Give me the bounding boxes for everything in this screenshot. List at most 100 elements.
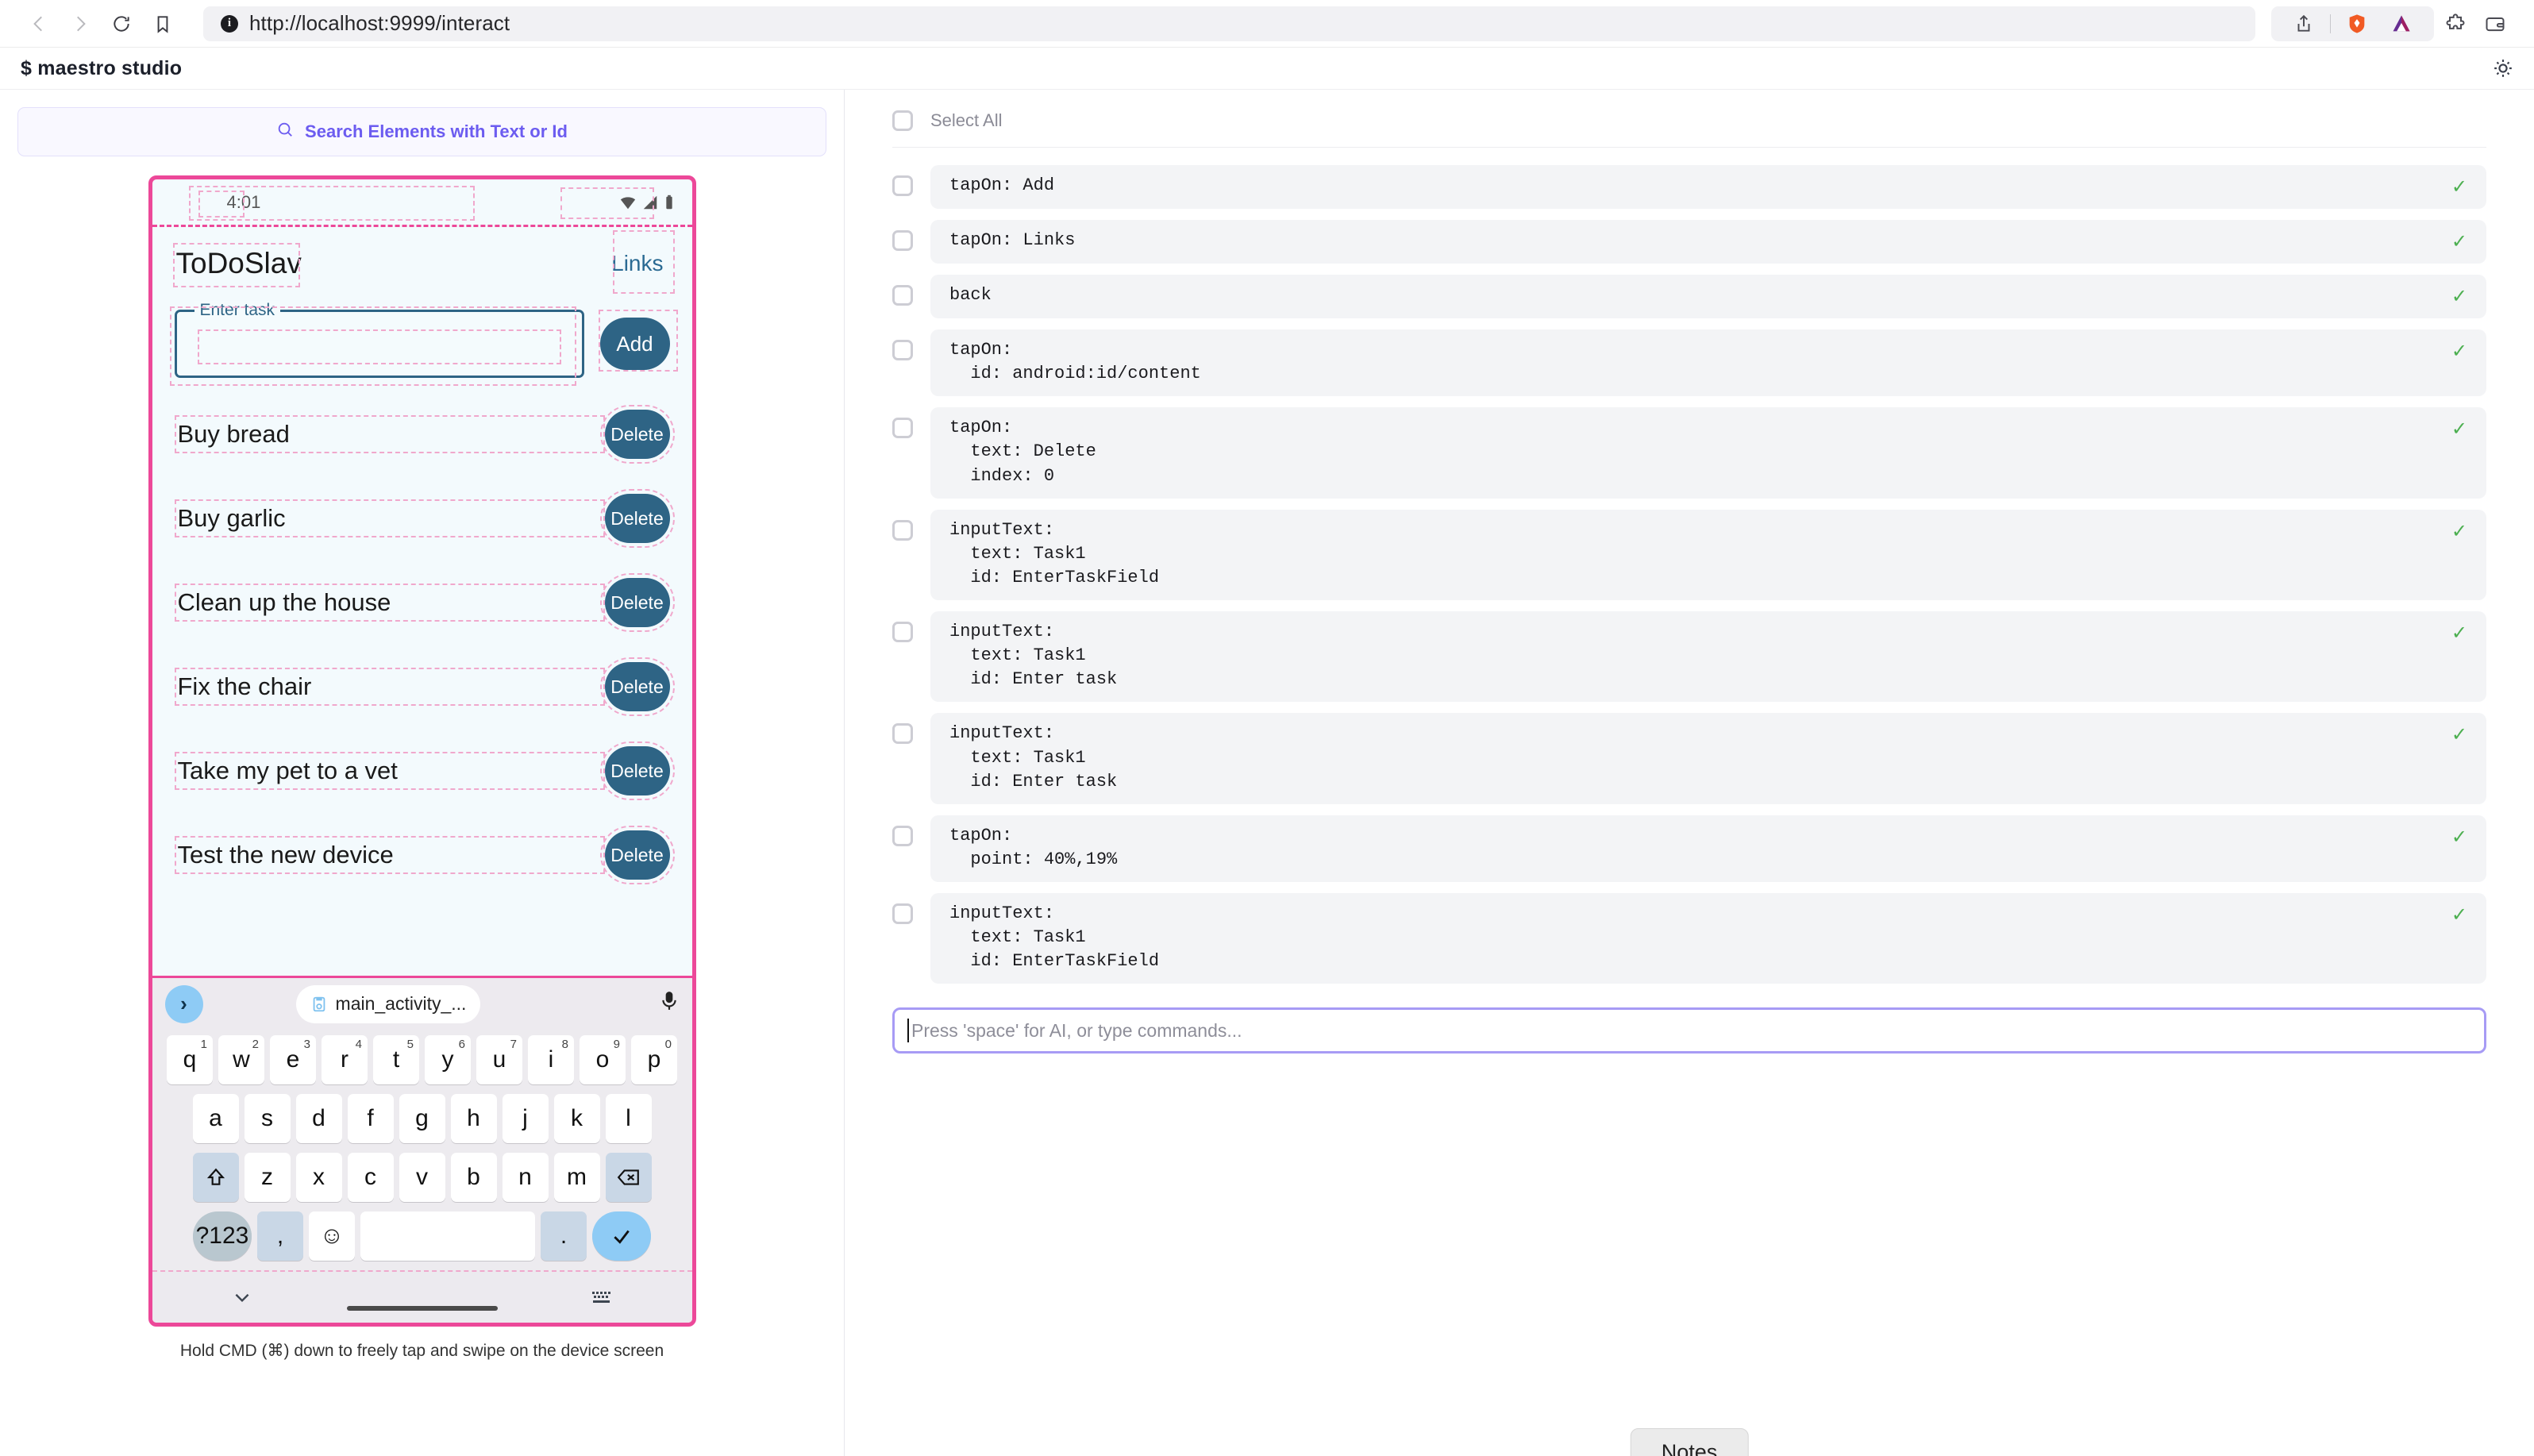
key-y[interactable]: y6 [425, 1035, 471, 1084]
command-body[interactable]: tapOn: id: android:id/content✓ [930, 329, 2486, 396]
enter-task-input-inset[interactable] [198, 329, 561, 364]
select-all-row[interactable]: Select All [892, 110, 2486, 148]
on-screen-keyboard[interactable]: q1w2e3r4t5y6u7i8o9p0 asdfghjkl zxcvbnm ?… [152, 1030, 692, 1270]
command-row[interactable]: back✓ [892, 275, 2486, 318]
key-o[interactable]: o9 [580, 1035, 626, 1084]
command-checkbox[interactable] [892, 230, 913, 251]
command-checkbox[interactable] [892, 175, 913, 196]
brave-lion-icon[interactable] [2339, 6, 2375, 41]
command-body[interactable]: tapOn: Links✓ [930, 220, 2486, 264]
space-key[interactable] [360, 1211, 535, 1261]
command-body[interactable]: tapOn: text: Delete index: 0✓ [930, 407, 2486, 498]
key-h[interactable]: h [451, 1094, 497, 1143]
command-checkbox[interactable] [892, 520, 913, 541]
key-m[interactable]: m [554, 1153, 600, 1202]
key-w[interactable]: w2 [218, 1035, 264, 1084]
command-body[interactable]: inputText: text: Task1 id: Enter task✓ [930, 611, 2486, 702]
key-t[interactable]: t5 [373, 1035, 419, 1084]
notes-button[interactable]: Notes [1631, 1428, 1749, 1456]
command-checkbox[interactable] [892, 723, 913, 744]
command-row[interactable]: tapOn: Links✓ [892, 220, 2486, 264]
key-p[interactable]: p0 [631, 1035, 677, 1084]
delete-button[interactable]: Delete [605, 662, 670, 711]
puzzle-piece-icon[interactable] [2437, 6, 2474, 41]
back-arrow-icon[interactable] [21, 6, 57, 42]
command-row[interactable]: tapOn: text: Delete index: 0✓ [892, 407, 2486, 498]
command-row[interactable]: inputText: text: Task1 id: EnterTaskFiel… [892, 510, 2486, 600]
command-row[interactable]: tapOn: point: 40%,19%✓ [892, 815, 2486, 882]
reload-icon[interactable] [103, 6, 140, 42]
bat-triangle-icon[interactable] [2383, 6, 2420, 41]
command-checkbox[interactable] [892, 903, 913, 924]
wallet-icon[interactable] [2477, 6, 2513, 41]
command-input[interactable]: Press 'space' for AI, or type commands..… [892, 1007, 2486, 1053]
key-i[interactable]: i8 [528, 1035, 574, 1084]
search-input[interactable]: Search Elements with Text or Id [17, 107, 826, 156]
delete-button[interactable]: Delete [605, 746, 670, 795]
command-checkbox[interactable] [892, 418, 913, 438]
delete-button[interactable]: Delete [605, 578, 670, 627]
key-s[interactable]: s [245, 1094, 291, 1143]
home-pill-icon[interactable] [332, 1284, 512, 1311]
key-l[interactable]: l [606, 1094, 652, 1143]
key-d[interactable]: d [296, 1094, 342, 1143]
period-key[interactable]: . [541, 1211, 587, 1261]
keyboard-icon[interactable] [512, 1288, 692, 1306]
key-f[interactable]: f [348, 1094, 394, 1143]
key-number-hint: 4 [356, 1038, 362, 1051]
forward-arrow-icon[interactable] [62, 6, 98, 42]
command-body[interactable]: inputText: text: Task1 id: EnterTaskFiel… [930, 893, 2486, 984]
symbols-key[interactable]: ?123 [193, 1211, 252, 1261]
key-a[interactable]: a [193, 1094, 239, 1143]
key-j[interactable]: j [503, 1094, 549, 1143]
key-x[interactable]: x [296, 1153, 342, 1202]
command-checkbox[interactable] [892, 622, 913, 642]
device-screen[interactable]: 4:01 ToDoSlav Links Enter task [148, 175, 696, 1327]
delete-button[interactable]: Delete [605, 410, 670, 459]
bookmark-icon[interactable] [144, 6, 181, 42]
comma-key[interactable]: , [257, 1211, 303, 1261]
key-u[interactable]: u7 [476, 1035, 522, 1084]
command-checkbox[interactable] [892, 826, 913, 846]
suggestion-chip[interactable]: main_activity_... [296, 985, 481, 1023]
command-body[interactable]: back✓ [930, 275, 2486, 318]
chevron-down-icon[interactable] [152, 1287, 333, 1308]
key-g[interactable]: g [399, 1094, 445, 1143]
chevron-right-icon[interactable]: › [165, 985, 203, 1023]
key-z[interactable]: z [245, 1153, 291, 1202]
key-k[interactable]: k [554, 1094, 600, 1143]
delete-button[interactable]: Delete [605, 830, 670, 880]
select-all-checkbox[interactable] [892, 110, 913, 131]
command-row[interactable]: tapOn: Add✓ [892, 165, 2486, 209]
backspace-icon[interactable] [606, 1153, 652, 1202]
command-body[interactable]: tapOn: point: 40%,19%✓ [930, 815, 2486, 882]
microphone-icon[interactable] [659, 991, 680, 1017]
url-bar[interactable]: i http://localhost:9999/interact [203, 6, 2255, 41]
key-v[interactable]: v [399, 1153, 445, 1202]
links-button[interactable]: Links [607, 245, 668, 283]
checkmark-icon[interactable] [592, 1211, 651, 1261]
site-info-icon[interactable]: i [221, 15, 238, 33]
command-row[interactable]: tapOn: id: android:id/content✓ [892, 329, 2486, 396]
sun-icon[interactable] [2493, 58, 2513, 79]
emoji-key[interactable]: ☺ [309, 1211, 355, 1261]
key-r[interactable]: r4 [322, 1035, 368, 1084]
add-button[interactable]: Add [600, 318, 670, 370]
key-b[interactable]: b [451, 1153, 497, 1202]
command-row[interactable]: inputText: text: Task1 id: Enter task✓ [892, 611, 2486, 702]
command-row[interactable]: inputText: text: Task1 id: Enter task✓ [892, 713, 2486, 803]
command-body[interactable]: tapOn: Add✓ [930, 165, 2486, 209]
shift-up-arrow-icon[interactable] [193, 1153, 239, 1202]
command-body[interactable]: inputText: text: Task1 id: EnterTaskFiel… [930, 510, 2486, 600]
key-q[interactable]: q1 [167, 1035, 213, 1084]
key-n[interactable]: n [503, 1153, 549, 1202]
key-e[interactable]: e3 [270, 1035, 316, 1084]
delete-button[interactable]: Delete [605, 494, 670, 543]
command-checkbox[interactable] [892, 285, 913, 306]
command-row[interactable]: inputText: text: Task1 id: EnterTaskFiel… [892, 893, 2486, 984]
command-checkbox[interactable] [892, 340, 913, 360]
key-c[interactable]: c [348, 1153, 394, 1202]
enter-task-field[interactable]: Enter task [175, 310, 584, 378]
share-icon[interactable] [2286, 6, 2322, 41]
command-body[interactable]: inputText: text: Task1 id: Enter task✓ [930, 713, 2486, 803]
